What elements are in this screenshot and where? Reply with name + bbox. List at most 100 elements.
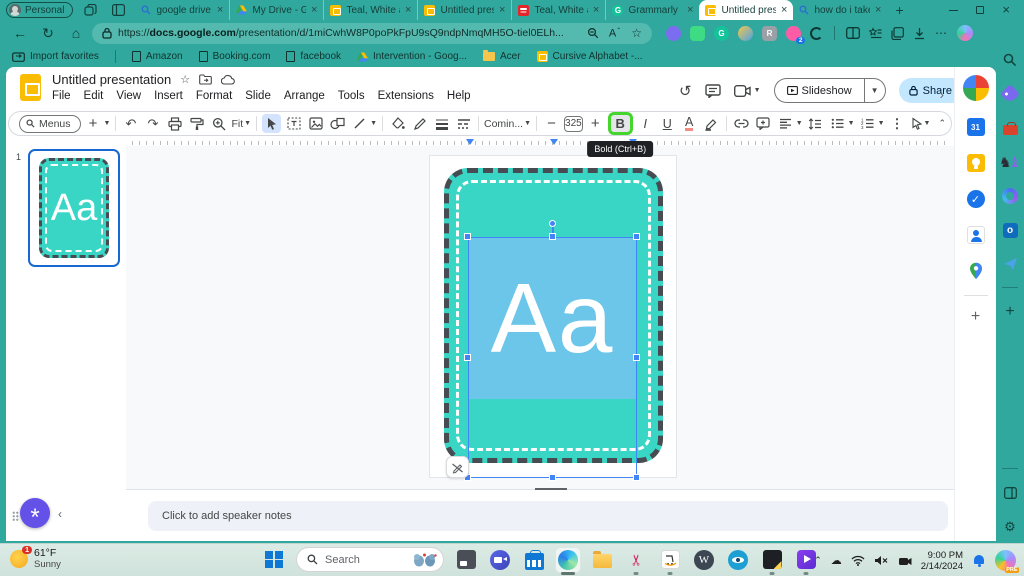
- back-icon[interactable]: ←: [8, 25, 32, 41]
- menu-view[interactable]: View: [116, 90, 141, 102]
- amazon-button[interactable]: [658, 548, 682, 572]
- tab-grammarly[interactable]: G Grammarly ×: [605, 0, 699, 20]
- comments-icon[interactable]: [705, 84, 721, 98]
- underline-button[interactable]: U: [658, 114, 677, 133]
- zoom-button[interactable]: [209, 114, 228, 133]
- insert-link-button[interactable]: [732, 114, 751, 133]
- account-avatar[interactable]: [963, 75, 989, 101]
- grammarly-extension-icon[interactable]: G: [714, 26, 729, 41]
- decrease-font-size-button[interactable]: −: [542, 114, 561, 133]
- fill-color-button[interactable]: [388, 114, 407, 133]
- start-button[interactable]: [262, 548, 286, 572]
- insert-shape-button[interactable]: [328, 114, 347, 133]
- search-menus-button[interactable]: Menus: [19, 115, 81, 133]
- meet-presenting-button[interactable]: ▼: [734, 85, 761, 97]
- slide-thumbnail-selected[interactable]: Aa: [28, 149, 120, 267]
- resize-handle-ne[interactable]: [633, 233, 640, 240]
- zoom-dropdown-icon[interactable]: ▼: [244, 120, 251, 127]
- tasks-panel-icon[interactable]: ✓: [966, 189, 986, 209]
- menu-slide[interactable]: Slide: [245, 90, 271, 102]
- border-dash-button[interactable]: [454, 114, 473, 133]
- italic-button[interactable]: I: [636, 114, 655, 133]
- menu-tools[interactable]: Tools: [338, 90, 365, 102]
- collapse-grammarly-icon[interactable]: ‹: [58, 507, 62, 521]
- new-tab-button[interactable]: +: [895, 2, 903, 18]
- import-favorites-button[interactable]: Import favorites: [12, 51, 99, 62]
- tab-teal-white-slides[interactable]: Teal, White an ×: [323, 0, 417, 20]
- maps-panel-icon[interactable]: [966, 261, 986, 281]
- more-options-button[interactable]: ⋮: [888, 114, 907, 133]
- favorite-star-icon[interactable]: ☆: [631, 26, 642, 40]
- bitmoji-extension-icon[interactable]: [738, 26, 753, 41]
- speaker-notes-input[interactable]: Click to add speaker notes: [148, 501, 948, 531]
- add-slide-button[interactable]: +: [84, 114, 103, 133]
- microsoft-store-button[interactable]: [522, 548, 546, 572]
- menu-arrange[interactable]: Arrange: [284, 90, 325, 102]
- tab-teal-white-pdf[interactable]: Teal, White an ×: [511, 0, 605, 20]
- text-color-button[interactable]: A: [680, 114, 699, 133]
- move-folder-icon[interactable]: [199, 74, 212, 85]
- bookmark-amazon[interactable]: Amazon: [132, 51, 183, 62]
- select-tool-button[interactable]: [262, 114, 281, 133]
- tab-close-icon[interactable]: ×: [217, 4, 223, 16]
- tab-my-drive[interactable]: My Drive - Go ×: [229, 0, 323, 20]
- sidebar-shopping-icon[interactable]: [1000, 84, 1020, 104]
- volume-mute-icon[interactable]: [874, 555, 889, 566]
- star-document-icon[interactable]: ☆: [180, 73, 190, 86]
- undo-button[interactable]: ↶: [121, 114, 140, 133]
- sidebar-tools-icon[interactable]: [1000, 118, 1020, 138]
- profile-button[interactable]: Personal: [6, 2, 73, 18]
- version-history-icon[interactable]: ↺: [679, 82, 692, 100]
- line-spacing-button[interactable]: [806, 114, 825, 133]
- bold-button-highlighted[interactable]: B Bold (Ctrl+B): [608, 112, 633, 135]
- paint-format-button[interactable]: [187, 114, 206, 133]
- drag-grip-icon[interactable]: [12, 511, 19, 522]
- resize-handle-s[interactable]: [549, 474, 556, 481]
- copilot-taskbar-icon[interactable]: PRE: [995, 550, 1016, 571]
- print-button[interactable]: [165, 114, 184, 133]
- sidebar-search-icon[interactable]: [1000, 50, 1020, 70]
- contacts-panel-icon[interactable]: [966, 225, 986, 245]
- sidebar-settings-gear-icon[interactable]: ⚙: [1000, 517, 1020, 537]
- bookmark-intervention[interactable]: Intervention - Goog...: [357, 51, 467, 62]
- dark-notes-app-button[interactable]: [760, 548, 784, 572]
- menu-help[interactable]: Help: [447, 90, 471, 102]
- read-aloud-icon[interactable]: A⌃: [609, 27, 621, 40]
- font-dropdown-icon[interactable]: ▼: [524, 120, 531, 127]
- resize-handle-n[interactable]: [549, 233, 556, 240]
- highlight-color-button[interactable]: [702, 114, 721, 133]
- close-button[interactable]: ×: [1002, 6, 1010, 14]
- sidebar-panel-icon[interactable]: [1000, 483, 1020, 503]
- snipping-tool-button[interactable]: ✂: [624, 548, 648, 572]
- maximize-button[interactable]: [976, 6, 984, 14]
- tab-close-icon[interactable]: ×: [311, 4, 317, 16]
- zoom-out-icon[interactable]: [587, 27, 599, 39]
- border-weight-button[interactable]: [432, 114, 451, 133]
- onedrive-cloud-icon[interactable]: ☁: [831, 554, 842, 567]
- slideshow-button[interactable]: Slideshow: [774, 78, 864, 103]
- address-bar[interactable]: https://docs.google.com/presentation/d/1…: [92, 23, 652, 44]
- insert-line-button[interactable]: [350, 114, 369, 133]
- resize-handle-se[interactable]: [633, 474, 640, 481]
- file-explorer-button[interactable]: [590, 548, 614, 572]
- taskbar-clock[interactable]: 9:00 PM 2/14/2024: [921, 550, 963, 572]
- vertical-tabs-icon[interactable]: [107, 2, 129, 18]
- calendar-panel-icon[interactable]: 31: [966, 117, 986, 137]
- home-icon[interactable]: ⌂: [64, 25, 88, 41]
- zoom-level-select[interactable]: Fit: [231, 118, 243, 130]
- indent-marker-left[interactable]: [466, 139, 474, 145]
- increase-font-size-button[interactable]: +: [586, 114, 605, 133]
- tab-close-icon[interactable]: ×: [687, 4, 693, 16]
- sidebar-games-icon[interactable]: ♞♝: [1000, 152, 1020, 172]
- sidebar-add-icon[interactable]: +: [1000, 302, 1020, 322]
- menu-file[interactable]: File: [52, 90, 71, 102]
- grammarly-assistant-button[interactable]: *: [20, 498, 50, 528]
- add-slide-dropdown-icon[interactable]: ▼: [104, 120, 111, 127]
- numbered-dropdown-icon[interactable]: ▼: [878, 120, 885, 127]
- tab-close-icon[interactable]: ×: [875, 4, 881, 16]
- bulleted-list-button[interactable]: [828, 114, 847, 133]
- slide-canvas[interactable]: Aa: [126, 146, 954, 490]
- split-screen-icon[interactable]: [846, 27, 860, 39]
- settings-more-icon[interactable]: ⋯: [935, 26, 948, 40]
- slide-page[interactable]: Aa: [430, 156, 676, 477]
